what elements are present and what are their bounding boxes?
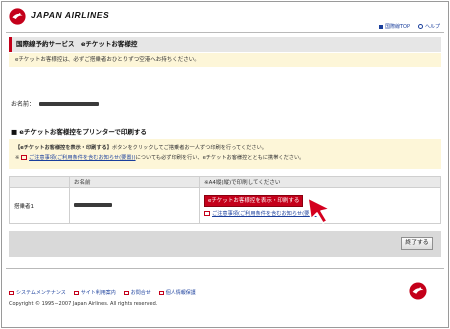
- brand-name: JAPAN AIRLINES: [31, 10, 110, 20]
- copyright: Copyright © 1995−2007 Japan Airlines. Al…: [9, 301, 158, 307]
- redacted-name: [74, 202, 112, 207]
- action-column-header: ※A4縦(縦)で印刷してください: [199, 176, 441, 188]
- link-icon: [73, 290, 79, 295]
- note-mark: ※: [15, 155, 20, 161]
- header: JAPAN AIRLINES 国際線TOP ヘルプ: [2, 2, 448, 30]
- display-print-button[interactable]: eチケットお客様控を表示・印刷する: [204, 194, 304, 207]
- mouse-pointer-icon: [307, 197, 331, 224]
- page-frame: JAPAN AIRLINES 国際線TOP ヘルプ 国際線予約サービス eチケッ…: [1, 1, 449, 328]
- footer-link-privacy[interactable]: 個人情報保護: [158, 289, 196, 296]
- footer-link-contact[interactable]: お問合せ: [123, 289, 151, 296]
- blank-header: [9, 176, 70, 188]
- print-icon: [21, 155, 28, 160]
- instruction-text: ボタンをクリックしてご搭乗者お一人ずつ印刷を行ってください。: [111, 145, 267, 151]
- passenger-name-cell: [69, 187, 200, 224]
- footer-link-maintenance[interactable]: システムメンテナンス: [9, 289, 66, 296]
- page-title: 国際線予約サービス eチケットお客様控: [9, 37, 441, 52]
- intl-top-link[interactable]: 国際線TOP: [378, 23, 410, 30]
- divider: [6, 32, 444, 33]
- action-bar: 終了する: [9, 231, 441, 257]
- name-column-header: お名前: [69, 176, 200, 188]
- redacted-name: [39, 101, 100, 106]
- link-icon: [9, 290, 14, 295]
- table-row: 搭乗者1 eチケットお客様控を表示・印刷する ご注意事項(ご利用条件を含むお知ら…: [9, 187, 441, 224]
- arrow-icon: [378, 24, 383, 29]
- end-button[interactable]: 終了する: [401, 237, 433, 250]
- divider: [6, 268, 444, 269]
- help-link[interactable]: ヘルプ: [417, 23, 440, 30]
- passenger-label: 搭乗者1: [9, 187, 70, 224]
- footer-link-guide[interactable]: サイト利用案内: [73, 289, 116, 296]
- note-text: についても必ず印刷を行い、eチケットお客様控とともに携帯ください。: [135, 155, 305, 161]
- link-icon: [123, 290, 129, 295]
- notice-sub-link[interactable]: ご注意事項(ご利用条件を含むお知らせ(要置): [212, 211, 317, 217]
- jal-crane-logo: [9, 8, 26, 25]
- help-icon: [417, 24, 423, 29]
- name-label: お名前：: [11, 101, 36, 108]
- jal-crane-logo: [409, 282, 427, 300]
- notice-banner: eチケットお客様控は、必ずご搭乗者おひとりずつ空港へお持ちください。: [9, 53, 441, 67]
- print-section-heading: ■ eチケットお客様控をプリンターで印刷する: [11, 128, 147, 136]
- top-links: 国際線TOP ヘルプ: [378, 23, 440, 30]
- print-icon: [204, 210, 210, 216]
- notice-link[interactable]: ご注意事項(ご利用条件を含むお知らせ(要置)): [29, 155, 136, 161]
- footer-links: システムメンテナンス サイト利用案内 お問合せ 個人情報保護: [9, 289, 196, 296]
- instruction-bold: 【eチケットお客様控を表示・印刷する】: [15, 145, 112, 151]
- table-header-row: お名前 ※A4縦(縦)で印刷してください: [9, 176, 441, 188]
- passenger-table: お名前 ※A4縦(縦)で印刷してください 搭乗者1 eチケットお客様控を表示・印…: [9, 176, 441, 224]
- passenger-name-row: お名前：: [11, 99, 100, 108]
- link-icon: [158, 290, 164, 295]
- print-instructions: 【eチケットお客様控を表示・印刷する】ボタンをクリックしてご搭乗者お一人ずつ印刷…: [9, 139, 441, 169]
